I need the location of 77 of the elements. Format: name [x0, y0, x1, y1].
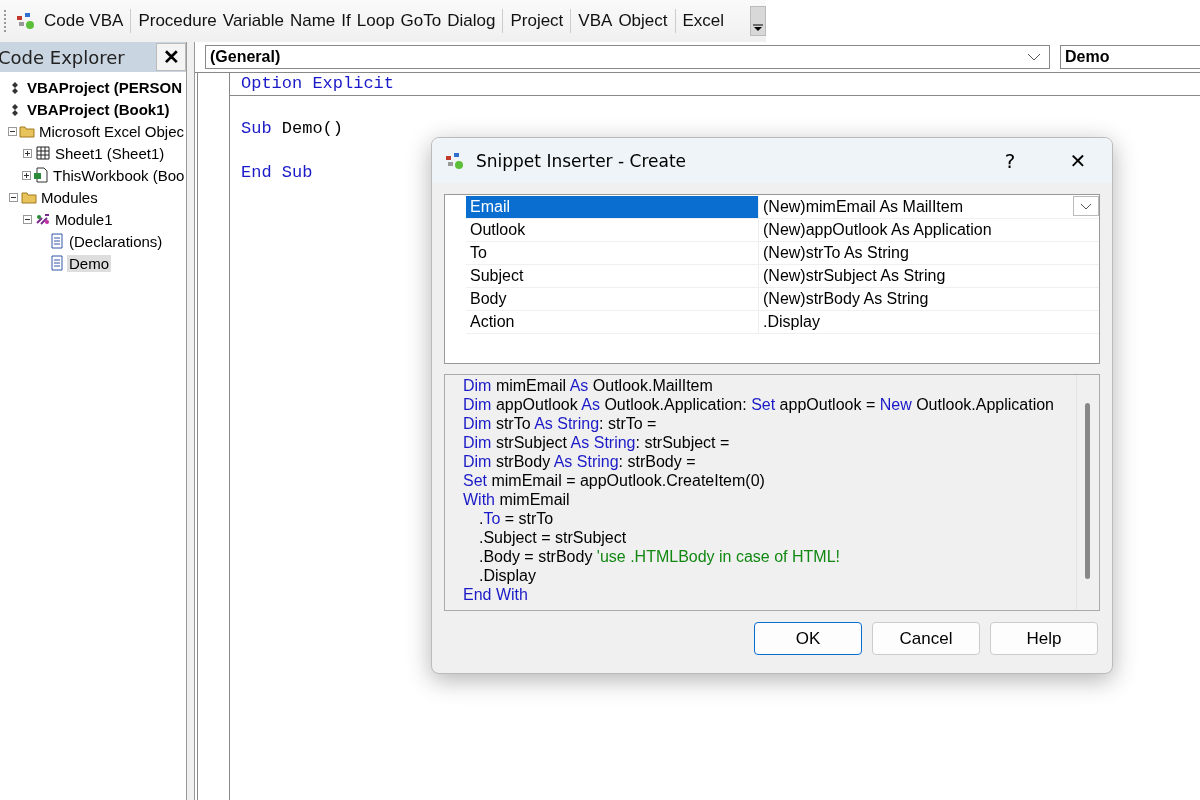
code-line: .Subject = strSubject — [479, 529, 627, 546]
folder-icon — [21, 189, 37, 205]
caret-icon — [1027, 53, 1041, 61]
colored-blocks-icon — [444, 150, 466, 171]
toolbar-menu[interactable]: Object — [615, 11, 671, 31]
procedure-dropdown[interactable]: Demo — [1060, 45, 1200, 69]
tree-item[interactable]: ThisWorkbook (Boo — [51, 166, 186, 184]
code-line: End With — [463, 586, 528, 603]
tree-item[interactable]: Module1 — [53, 210, 115, 228]
code-line: Dim mimEmail As Outlook.MailItem — [463, 377, 713, 394]
code-line: Dim strBody As String: strBody = — [463, 453, 696, 470]
property-value[interactable]: (New)strTo As String — [758, 242, 909, 264]
code-line: .Display — [479, 567, 536, 584]
code-line: Dim strTo As String: strTo = — [463, 415, 657, 432]
code-line: .Body = strBody 'use .HTMLBody in case of HTML! — [479, 548, 840, 565]
code-line: Dim appOutlook As Outlook.Application: Set appOutlook = New Outlook.Application — [463, 396, 1054, 413]
property-value[interactable]: (New)appOutlook As Application — [758, 219, 992, 241]
toolbar-menu[interactable]: GoTo — [397, 11, 445, 31]
document-icon — [49, 233, 65, 249]
toolbar-menu[interactable]: Dialog — [444, 11, 499, 31]
worksheet-icon — [35, 145, 51, 161]
toolbar-menu[interactable]: Procedure — [135, 11, 220, 31]
toolbar-menu[interactable]: Excel — [679, 11, 728, 31]
object-dropdown[interactable]: (General) — [205, 45, 1050, 69]
property-name[interactable]: Outlook — [466, 219, 758, 241]
toolbar-menu[interactable]: Loop — [353, 11, 398, 31]
toolbar-menu[interactable]: Name — [286, 11, 339, 31]
collapse-icon[interactable] — [22, 214, 33, 224]
help-button[interactable]: ? — [976, 138, 1044, 183]
code-line: Sub Demo() — [241, 119, 344, 138]
caret-icon — [1080, 202, 1092, 210]
property-value[interactable]: (New)strBody As String — [758, 288, 929, 310]
dialog-title: Snippet Inserter - Create — [476, 150, 688, 171]
tree-item[interactable]: Sheet1 (Sheet1) — [53, 144, 167, 162]
code-line: With mimEmail — [463, 491, 570, 508]
code-line: End Sub — [241, 163, 313, 182]
property-value[interactable]: (New)strSubject As String — [758, 265, 946, 287]
colored-blocks-icon — [15, 11, 37, 31]
property-name[interactable]: Body — [466, 288, 758, 310]
code-line: Set mimEmail = appOutlook.CreateItem(0) — [463, 472, 765, 489]
tree-item[interactable]: VBAProject (PERSON — [25, 78, 185, 96]
close-button[interactable]: ✕ — [156, 43, 186, 71]
toolbar-menu[interactable]: Project — [507, 11, 567, 31]
overflow-button[interactable] — [750, 6, 766, 36]
code-line: Option Explicit — [241, 74, 395, 93]
property-name[interactable]: Subject — [466, 265, 758, 287]
property-name[interactable]: To — [466, 242, 758, 264]
property-value[interactable]: (New)mimEmail As MailItem — [758, 196, 963, 218]
toolbar-menu[interactable]: Code VBA — [41, 11, 127, 31]
document-icon — [49, 255, 65, 271]
scrollbar-thumb[interactable] — [1085, 403, 1090, 579]
module-icon — [35, 211, 51, 227]
workbook-icon — [33, 167, 49, 183]
code-line: .To = strTo — [479, 510, 554, 527]
tree-item[interactable]: Microsoft Excel Objec — [37, 122, 186, 140]
property-value[interactable]: .Display — [758, 311, 820, 333]
dialog-button[interactable]: Help — [990, 622, 1098, 655]
tree-item[interactable]: Demo — [67, 254, 111, 272]
toolbar-grip[interactable] — [4, 10, 9, 32]
dialog-button[interactable]: OK — [754, 622, 862, 655]
collapse-icon[interactable] — [8, 192, 19, 202]
close-button[interactable]: ✕ — [1044, 138, 1112, 183]
property-name[interactable]: Email — [466, 196, 758, 218]
caret-icon — [753, 23, 763, 31]
tree-item[interactable]: Modules — [39, 188, 100, 206]
folder-icon — [19, 123, 35, 139]
toolbar-menu[interactable]: Variable — [219, 11, 287, 31]
toolbar-menu[interactable]: If — [338, 11, 354, 31]
code-line: Dim strSubject As String: strSubject = — [463, 434, 730, 451]
dialog-button[interactable]: Cancel — [872, 622, 980, 655]
tree-item[interactable]: VBAProject (Book1) — [25, 100, 172, 118]
collapse-icon[interactable] — [8, 126, 17, 136]
toolbar-menu[interactable]: VBA — [575, 11, 616, 31]
property-name[interactable]: Action — [466, 311, 758, 333]
expand-icon[interactable] — [22, 170, 31, 180]
tree-item[interactable]: (Declarations) — [67, 232, 165, 250]
expand-icon[interactable] — [22, 148, 33, 158]
